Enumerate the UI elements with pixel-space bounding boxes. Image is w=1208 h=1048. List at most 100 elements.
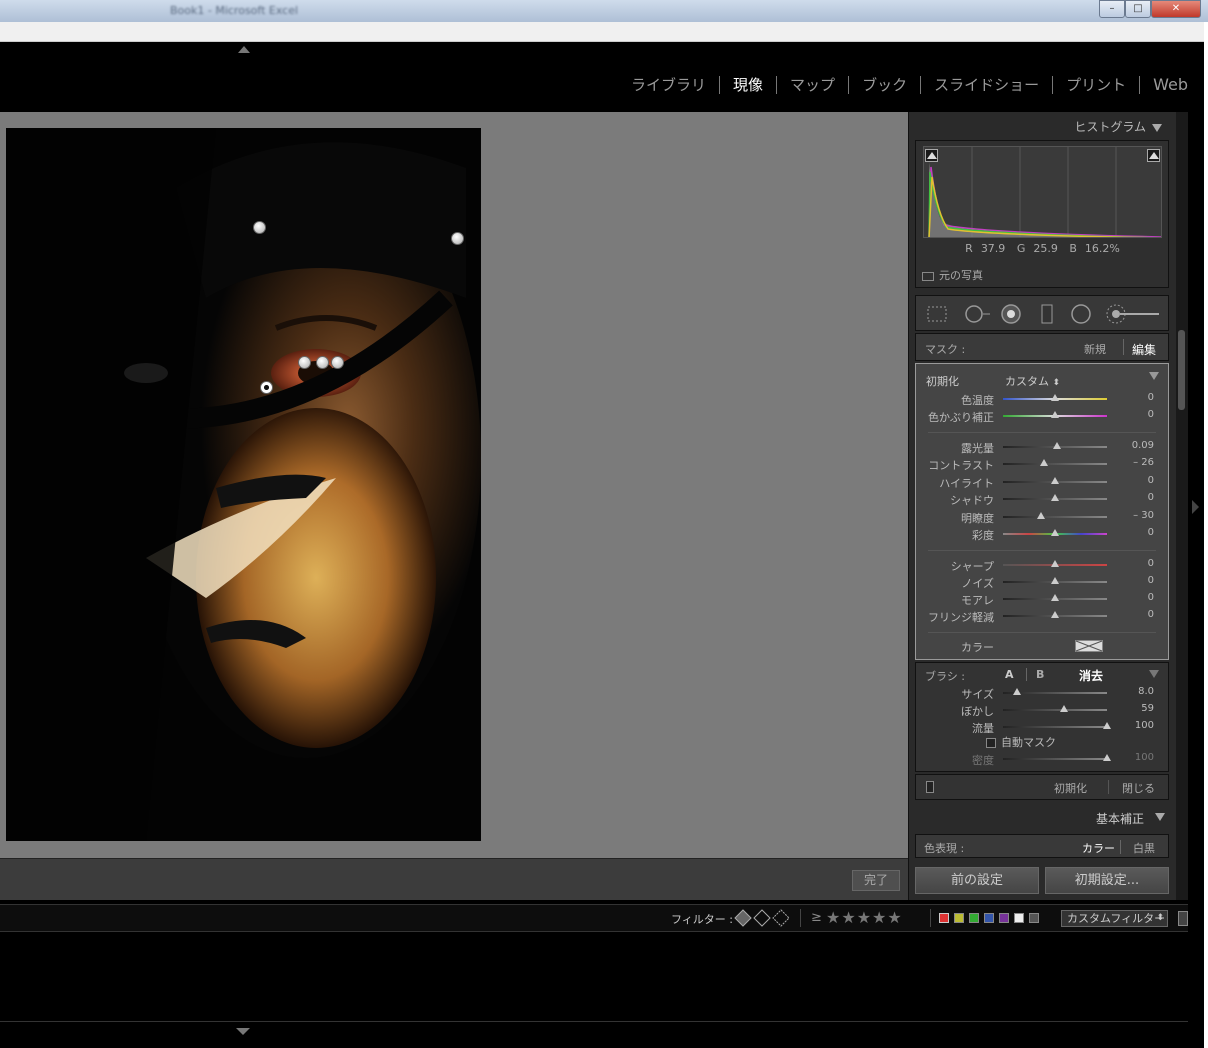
original-photo-toggle[interactable]: 元の写真	[922, 267, 983, 283]
brush-b-button[interactable]: B	[1036, 668, 1044, 681]
slider-value[interactable]: – 26	[1122, 457, 1154, 468]
slider-handle[interactable]	[1012, 688, 1021, 695]
slider-value[interactable]: 59	[1122, 703, 1154, 714]
done-button[interactable]: 完了	[852, 870, 900, 891]
adjustment-pin[interactable]	[253, 221, 266, 234]
slider-value[interactable]: 0	[1122, 392, 1154, 403]
slider-value[interactable]: 0.09	[1122, 440, 1154, 451]
slider-value[interactable]: 0	[1122, 527, 1154, 538]
slider-value[interactable]: – 30	[1122, 510, 1154, 521]
adjustment-pin[interactable]	[298, 356, 311, 369]
red-label-icon[interactable]	[939, 913, 949, 923]
color-button[interactable]: カラー	[1082, 840, 1115, 856]
adjustment-pin[interactable]	[316, 356, 329, 369]
maximize-button[interactable]: □	[1125, 0, 1151, 18]
slider-handle[interactable]	[1051, 476, 1059, 484]
effect-preset-select[interactable]: カスタム ⬍	[1005, 373, 1060, 389]
slider-handle[interactable]	[1051, 411, 1059, 418]
slider-value[interactable]: 0	[1122, 592, 1154, 603]
slider-value[interactable]: 0	[1122, 409, 1154, 420]
previous-settings-button[interactable]: 前の設定	[915, 867, 1039, 894]
basic-panel-header[interactable]: 基本補正	[915, 805, 1169, 829]
adjustment-pin[interactable]	[451, 232, 464, 245]
module-3[interactable]: ブック	[849, 76, 922, 94]
slider-handle[interactable]	[1051, 394, 1059, 401]
adjustment-brush-icon[interactable]	[1104, 304, 1162, 324]
slider-track[interactable]	[1003, 463, 1107, 466]
blue-label-icon[interactable]	[984, 913, 994, 923]
purple-label-icon[interactable]	[999, 913, 1009, 923]
minimize-button[interactable]: –	[1099, 0, 1125, 18]
slider-track[interactable]	[1003, 709, 1107, 711]
right-panel-scrollbar[interactable]	[1176, 112, 1188, 900]
module-2[interactable]: マップ	[777, 76, 850, 94]
close-panel-button[interactable]: 閉じる	[1122, 780, 1155, 796]
rating-operator[interactable]: ≥	[811, 910, 822, 925]
slider-value[interactable]: 100	[1122, 752, 1154, 763]
reset-settings-button[interactable]: 初期設定...	[1045, 867, 1169, 894]
photo-preview[interactable]	[6, 128, 481, 841]
slider-value[interactable]: 0	[1122, 575, 1154, 586]
slider-value[interactable]: 8.0	[1122, 686, 1154, 697]
slider-handle[interactable]	[1051, 560, 1059, 567]
active-adjustment-pin[interactable]	[260, 381, 273, 394]
reset-button[interactable]: 初期化	[1054, 780, 1087, 796]
auto-mask-toggle[interactable]: 自動マスク	[986, 734, 1056, 750]
toggle-switch-icon[interactable]	[926, 781, 934, 793]
mask-edit-button[interactable]: 編集	[1132, 341, 1156, 358]
module-6[interactable]: Web	[1140, 76, 1188, 94]
slider-track[interactable]	[1003, 515, 1107, 518]
histogram-header[interactable]: ヒストグラム	[1074, 118, 1162, 135]
no-label-icon[interactable]	[1029, 913, 1039, 923]
slider-handle[interactable]	[1051, 611, 1059, 618]
module-5[interactable]: プリント	[1053, 76, 1141, 94]
expand-right-panel-icon[interactable]	[1192, 500, 1199, 514]
collapse-arrow-icon[interactable]	[1149, 670, 1159, 678]
checkbox-icon[interactable]	[986, 738, 996, 748]
shadow-clipping-icon[interactable]	[925, 149, 938, 162]
collapse-top-panel-icon[interactable]	[238, 46, 250, 53]
slider-track[interactable]	[1003, 726, 1107, 728]
slider-track[interactable]	[1003, 758, 1107, 760]
black-white-button[interactable]: 白黒	[1133, 840, 1155, 856]
brush-a-button[interactable]: A	[1005, 668, 1014, 681]
slider-handle[interactable]	[1053, 442, 1062, 449]
slider-value[interactable]: 0	[1122, 475, 1154, 486]
filter-lock-icon[interactable]	[1178, 911, 1188, 926]
radial-filter-icon[interactable]	[1070, 304, 1092, 324]
adjustment-pin[interactable]	[331, 356, 344, 369]
slider-handle[interactable]	[1103, 754, 1111, 761]
mask-new-button[interactable]: 新規	[1084, 341, 1106, 357]
graduated-filter-icon[interactable]	[1036, 304, 1058, 324]
rating-stars[interactable]: ★★★★★	[826, 908, 903, 927]
slider-handle[interactable]	[1051, 494, 1059, 502]
highlight-clipping-icon[interactable]	[1147, 149, 1160, 162]
slider-value[interactable]: 100	[1122, 720, 1154, 731]
slider-handle[interactable]	[1060, 705, 1069, 712]
slider-handle[interactable]	[1039, 459, 1048, 467]
green-label-icon[interactable]	[969, 913, 979, 923]
module-1[interactable]: 現像	[720, 76, 778, 94]
slider-handle[interactable]	[1051, 594, 1059, 601]
custom-filter-select[interactable]: カスタムフィルター ⬍	[1061, 910, 1168, 927]
custom-label-icon[interactable]	[1014, 913, 1024, 923]
module-4[interactable]: スライドショー	[921, 76, 1054, 94]
checkbox-icon[interactable]	[922, 271, 934, 281]
collapse-arrow-icon[interactable]	[1149, 372, 1159, 380]
crop-tool-icon[interactable]	[926, 304, 948, 324]
close-button[interactable]: ✕	[1151, 0, 1201, 18]
brush-erase-button[interactable]: 消去	[1079, 667, 1103, 684]
slider-handle[interactable]	[1051, 529, 1059, 536]
yellow-label-icon[interactable]	[954, 913, 964, 923]
color-swatch-icon[interactable]	[1075, 640, 1103, 652]
collapse-bottom-panel-icon[interactable]	[236, 1028, 250, 1035]
scrollbar-thumb[interactable]	[1178, 330, 1185, 410]
slider-handle[interactable]	[1051, 577, 1059, 584]
module-0[interactable]: ライブラリ	[618, 76, 721, 94]
slider-handle[interactable]	[1037, 511, 1046, 519]
red-eye-icon[interactable]	[1000, 304, 1022, 324]
slider-value[interactable]: 0	[1122, 558, 1154, 569]
spot-removal-icon[interactable]	[962, 304, 992, 324]
slider-value[interactable]: 0	[1122, 609, 1154, 620]
slider-handle[interactable]	[1103, 722, 1111, 729]
